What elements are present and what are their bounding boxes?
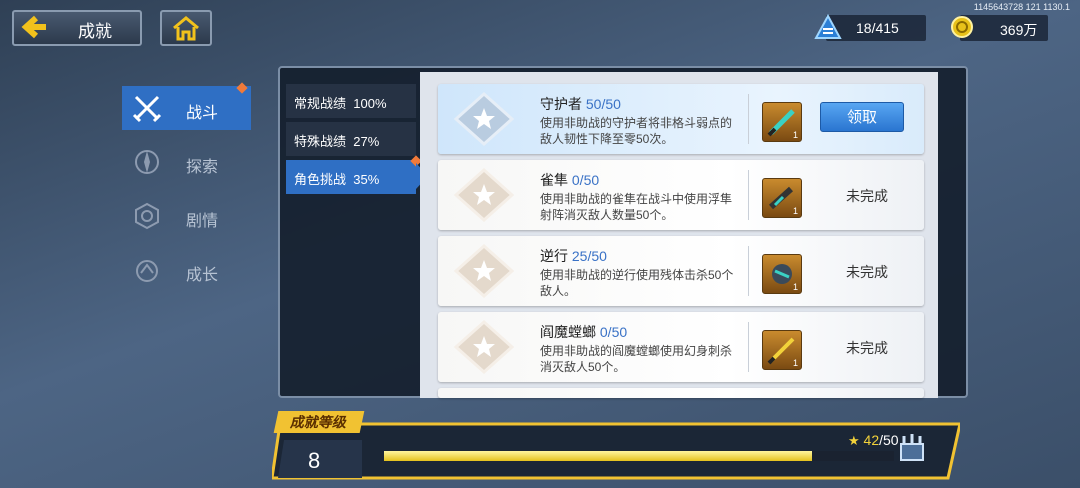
page-title: 成就	[78, 22, 112, 41]
compass-icon[interactable]	[132, 147, 162, 177]
achievement-desc: 使用非助战的阎魔螳螂使用幻身刺杀消灭敌人50个。	[540, 344, 733, 374]
stamina-icon	[814, 14, 842, 39]
reward-item[interactable]: 1	[762, 102, 802, 142]
swords-icon[interactable]	[132, 93, 162, 123]
level-number: 8	[308, 448, 321, 473]
category-percent: 100%	[353, 96, 387, 111]
achievement-desc: 使用非助战的逆行使用残体击杀50个敌人。	[540, 268, 734, 298]
nav-item-explore[interactable]: 探索	[186, 153, 218, 177]
reward-count: 1	[792, 130, 798, 140]
uid-text: 1145643728 121 1130.1	[973, 2, 1070, 12]
category-label: 常规战绩	[294, 96, 347, 111]
coin-value: 369万	[1000, 22, 1038, 38]
reward-count: 1	[792, 358, 798, 368]
divider	[748, 322, 749, 372]
reward-count: 1	[792, 282, 798, 292]
category-label: 角色挑战	[294, 172, 347, 187]
achievement-title: 守护者 50/50	[540, 96, 621, 112]
achievement-title: 阎魔螳螂 0/50	[540, 324, 628, 340]
divider	[748, 246, 749, 296]
home-icon	[173, 16, 199, 41]
achievement-title: 逆行 25/50	[540, 248, 607, 264]
medal-emblem-icon	[453, 167, 515, 223]
coin-icon	[951, 16, 973, 38]
home-button[interactable]	[160, 10, 212, 46]
category-percent: 27%	[353, 134, 380, 149]
star-icon: ★	[848, 433, 860, 448]
category-percent: 35%	[353, 172, 380, 187]
nav-item-story[interactable]: 剧情	[186, 207, 218, 231]
medal-emblem-icon	[453, 91, 515, 147]
xp-current: 42	[863, 432, 880, 448]
medal-emblem-icon	[453, 319, 515, 375]
nav-item-growth[interactable]: 成长	[186, 261, 218, 285]
achievement-card: 阎魔螳螂 0/50 使用非助战的阎魔螳螂使用幻身刺杀消灭敌人50个。 1 未完成	[438, 312, 924, 382]
achievement-card: 雀隼 0/50 使用非助战的雀隼在战斗中使用浮隼射阵消灭敌人数量50个。 1 未…	[438, 160, 924, 230]
achievement-progress: 0/50	[571, 172, 600, 188]
reward-count: 1	[792, 206, 798, 216]
achievement-card: 守护者 50/50 使用非助战的守护者将非格斗弱点的敌人韧性下降至零50次。 1…	[438, 84, 924, 154]
reward-item[interactable]: 1	[762, 254, 802, 294]
category-character[interactable]: 角色挑战 35%	[286, 160, 416, 194]
category-regular[interactable]: 常规战绩 100%	[286, 84, 416, 118]
xp-fill	[384, 451, 813, 461]
story-icon[interactable]	[132, 201, 162, 231]
reward-chest-icon[interactable]	[898, 432, 926, 462]
achievement-card-partial	[438, 388, 924, 398]
xp-max: /50	[879, 432, 899, 448]
achievement-progress: 0/50	[599, 324, 628, 340]
level-label: 成就等级	[273, 411, 365, 433]
medal-emblem-icon	[453, 243, 515, 299]
category-label: 特殊战绩	[294, 134, 347, 149]
reward-item[interactable]: 1	[762, 330, 802, 370]
xp-text: ★ 42/50	[848, 432, 899, 449]
status-text: 未完成	[846, 188, 888, 204]
achievement-progress: 25/50	[571, 248, 607, 264]
stamina-value: 18/415	[856, 20, 899, 36]
divider	[748, 170, 749, 220]
back-arrow-icon[interactable]	[20, 13, 48, 41]
nav-item-battle[interactable]: 战斗	[186, 99, 218, 123]
reward-item[interactable]: 1	[762, 178, 802, 218]
achievement-card: 逆行 25/50 使用非助战的逆行使用残体击杀50个敌人。 1 未完成	[438, 236, 924, 306]
status-text: 未完成	[846, 264, 888, 280]
growth-icon[interactable]	[132, 255, 162, 285]
achievement-title: 雀隼 0/50	[540, 172, 600, 188]
divider	[748, 94, 749, 144]
status-text: 未完成	[846, 340, 888, 356]
claim-button[interactable]: 领取	[820, 102, 904, 132]
category-special[interactable]: 特殊战绩 27%	[286, 122, 416, 156]
achievement-progress: 50/50	[585, 96, 621, 112]
achievement-desc: 使用非助战的守护者将非格斗弱点的敌人韧性下降至零50次。	[540, 116, 733, 146]
achievement-desc: 使用非助战的雀隼在战斗中使用浮隼射阵消灭敌人数量50个。	[540, 192, 733, 222]
